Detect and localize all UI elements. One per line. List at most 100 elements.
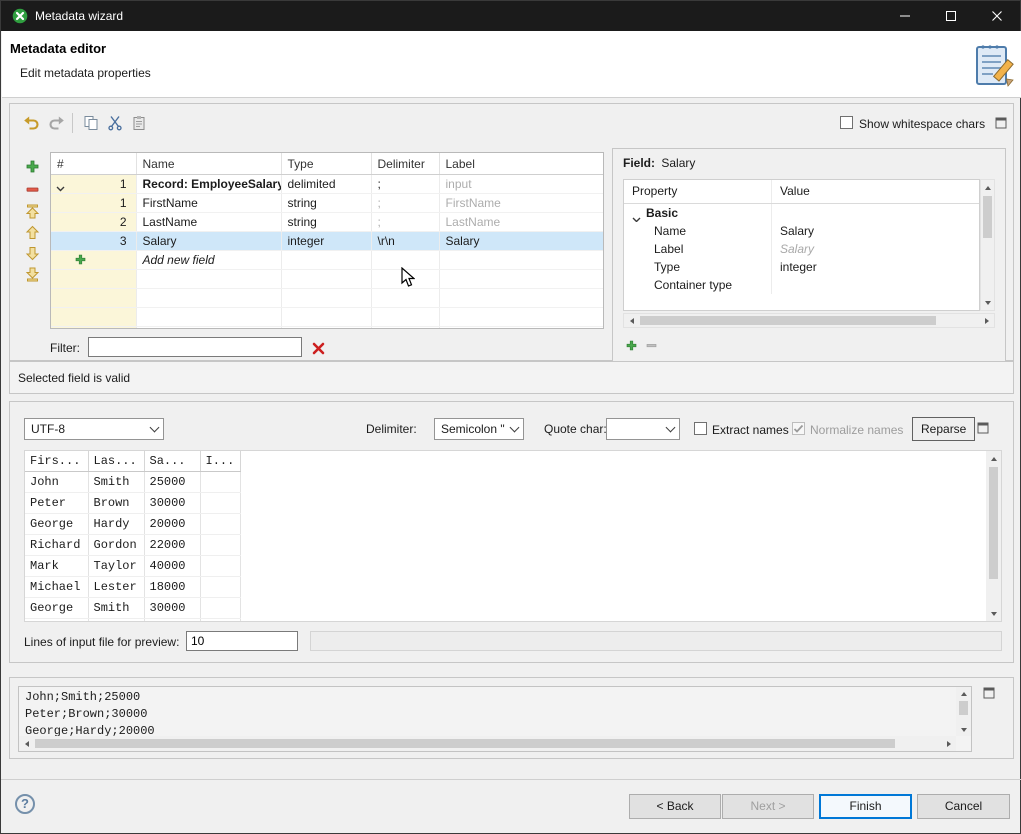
scroll-up-icon[interactable] — [987, 452, 1000, 465]
maximize-panel-icon[interactable] — [978, 682, 1000, 704]
undo-icon[interactable] — [20, 112, 42, 134]
preview-cell: Smith — [88, 598, 144, 619]
scroll-up-icon[interactable] — [981, 181, 994, 194]
move-up-icon[interactable] — [24, 224, 40, 240]
preview-cell: 40000 — [144, 556, 200, 577]
record-row[interactable]: 1 Record: EmployeeSalary delimited ; inp… — [51, 175, 603, 194]
scroll-left-icon[interactable] — [20, 737, 33, 750]
move-bottom-icon[interactable] — [24, 266, 40, 282]
preview-row[interactable]: PeterBrown30000 — [25, 493, 986, 514]
titlebar[interactable]: Metadata wizard — [1, 1, 1020, 31]
preview-row[interactable]: MichaelLester18000 — [25, 577, 986, 598]
scroll-up-icon[interactable] — [957, 688, 970, 700]
property-header-row: Property Value — [624, 180, 979, 204]
status-message: Selected field is valid — [18, 371, 130, 385]
preview-cell: Smith — [88, 472, 144, 493]
delimiter-select[interactable]: Semicolon ";" — [434, 418, 524, 440]
raw-hscrollbar[interactable] — [19, 736, 956, 751]
field-type: string — [281, 194, 371, 213]
remove-field-icon[interactable] — [24, 181, 40, 197]
cut-icon[interactable] — [104, 112, 126, 134]
scroll-left-icon[interactable] — [625, 314, 638, 327]
add-field-row[interactable]: Add new field — [51, 251, 603, 270]
properties-vscrollbar[interactable] — [980, 179, 995, 311]
preview-cell — [200, 535, 240, 556]
back-button[interactable]: < Back — [629, 794, 721, 819]
scroll-thumb[interactable] — [989, 467, 998, 579]
raw-vscrollbar[interactable] — [956, 687, 971, 736]
field-label: LastName — [439, 213, 603, 232]
add-row-plus-icon[interactable] — [75, 254, 86, 268]
preview-cell — [240, 535, 986, 556]
field-type: integer — [281, 232, 371, 251]
clear-filter-icon[interactable] — [310, 340, 326, 356]
field-row[interactable]: 2 LastName string ; LastName — [51, 213, 603, 232]
preview-vscrollbar[interactable] — [986, 451, 1001, 621]
scroll-thumb[interactable] — [35, 739, 895, 748]
extract-names-checkbox[interactable] — [694, 422, 707, 435]
finish-button[interactable]: Finish — [819, 794, 912, 819]
minimize-button[interactable] — [882, 1, 928, 31]
preview-row[interactable] — [25, 619, 986, 623]
preview-lines-input[interactable] — [186, 631, 298, 651]
property-row[interactable]: Type integer — [624, 258, 979, 276]
cancel-button[interactable]: Cancel — [917, 794, 1010, 819]
scroll-thumb[interactable] — [959, 701, 968, 715]
preview-row[interactable]: RichardGordon22000 — [25, 535, 986, 556]
toolbar-separator — [72, 113, 73, 133]
field-row[interactable]: 1 FirstName string ; FirstName — [51, 194, 603, 213]
field-delimiter: ; — [371, 194, 439, 213]
scroll-down-icon[interactable] — [957, 724, 970, 736]
help-button[interactable]: ? — [15, 794, 35, 814]
preview-col: Sa... — [144, 451, 200, 472]
scroll-right-icon[interactable] — [980, 314, 993, 327]
property-row[interactable]: Label Salary — [624, 240, 979, 258]
paste-icon — [128, 112, 150, 134]
empty-row — [51, 270, 603, 289]
preview-row[interactable]: GeorgeSmith30000 — [25, 598, 986, 619]
empty-row — [51, 327, 603, 330]
add-field-icon[interactable] — [24, 158, 40, 174]
preview-row[interactable]: MarkTaylor40000 — [25, 556, 986, 577]
reparse-button[interactable]: Reparse — [912, 417, 975, 441]
maximize-button[interactable] — [928, 1, 974, 31]
property-group-row[interactable]: Basic — [624, 204, 979, 222]
chevron-down-icon — [146, 419, 163, 439]
wizard-banner-icon — [973, 39, 1017, 92]
scroll-down-icon[interactable] — [987, 607, 1000, 620]
filter-input[interactable] — [88, 337, 302, 357]
progress-area — [310, 631, 1002, 651]
collapse-chevron-icon[interactable] — [56, 181, 65, 194]
quote-char-select[interactable] — [606, 418, 680, 440]
fields-header-row: # Name Type Delimiter Label — [51, 153, 603, 175]
preview-cell: 18000 — [144, 577, 200, 598]
maximize-panel-icon[interactable] — [990, 112, 1012, 134]
copy-icon[interactable] — [80, 112, 102, 134]
preview-cell — [200, 514, 240, 535]
preview-cell — [200, 472, 240, 493]
scroll-thumb[interactable] — [983, 196, 992, 238]
show-whitespace-checkbox[interactable] — [840, 116, 853, 129]
preview-cell: Richard — [25, 535, 88, 556]
move-down-icon[interactable] — [24, 245, 40, 261]
preview-cell: George — [25, 514, 88, 535]
scroll-thumb[interactable] — [640, 316, 936, 325]
property-row[interactable]: Container type — [624, 276, 979, 294]
raw-preview-box[interactable]: John;Smith;25000Peter;Brown;30000George;… — [18, 686, 972, 752]
field-row-selected[interactable]: 3 Salary integer \r\n Salary — [51, 232, 603, 251]
col-delimiter: Delimiter — [371, 153, 439, 175]
maximize-panel-icon[interactable] — [972, 417, 994, 439]
preview-row[interactable]: JohnSmith25000 — [25, 472, 986, 493]
scroll-down-icon[interactable] — [981, 296, 994, 309]
preview-cell: 22000 — [144, 535, 200, 556]
properties-hscrollbar[interactable] — [623, 313, 995, 328]
metadata-wizard-window: Metadata wizard Metadata editor Edit met… — [0, 0, 1021, 834]
property-row[interactable]: Name Salary — [624, 222, 979, 240]
add-property-icon[interactable] — [623, 337, 639, 353]
close-button[interactable] — [974, 1, 1020, 31]
move-top-icon[interactable] — [24, 203, 40, 219]
scroll-right-icon[interactable] — [942, 737, 955, 750]
preview-row[interactable]: GeorgeHardy20000 — [25, 514, 986, 535]
charset-select[interactable]: UTF-8 — [24, 418, 164, 440]
group-chevron-icon[interactable] — [632, 210, 641, 222]
